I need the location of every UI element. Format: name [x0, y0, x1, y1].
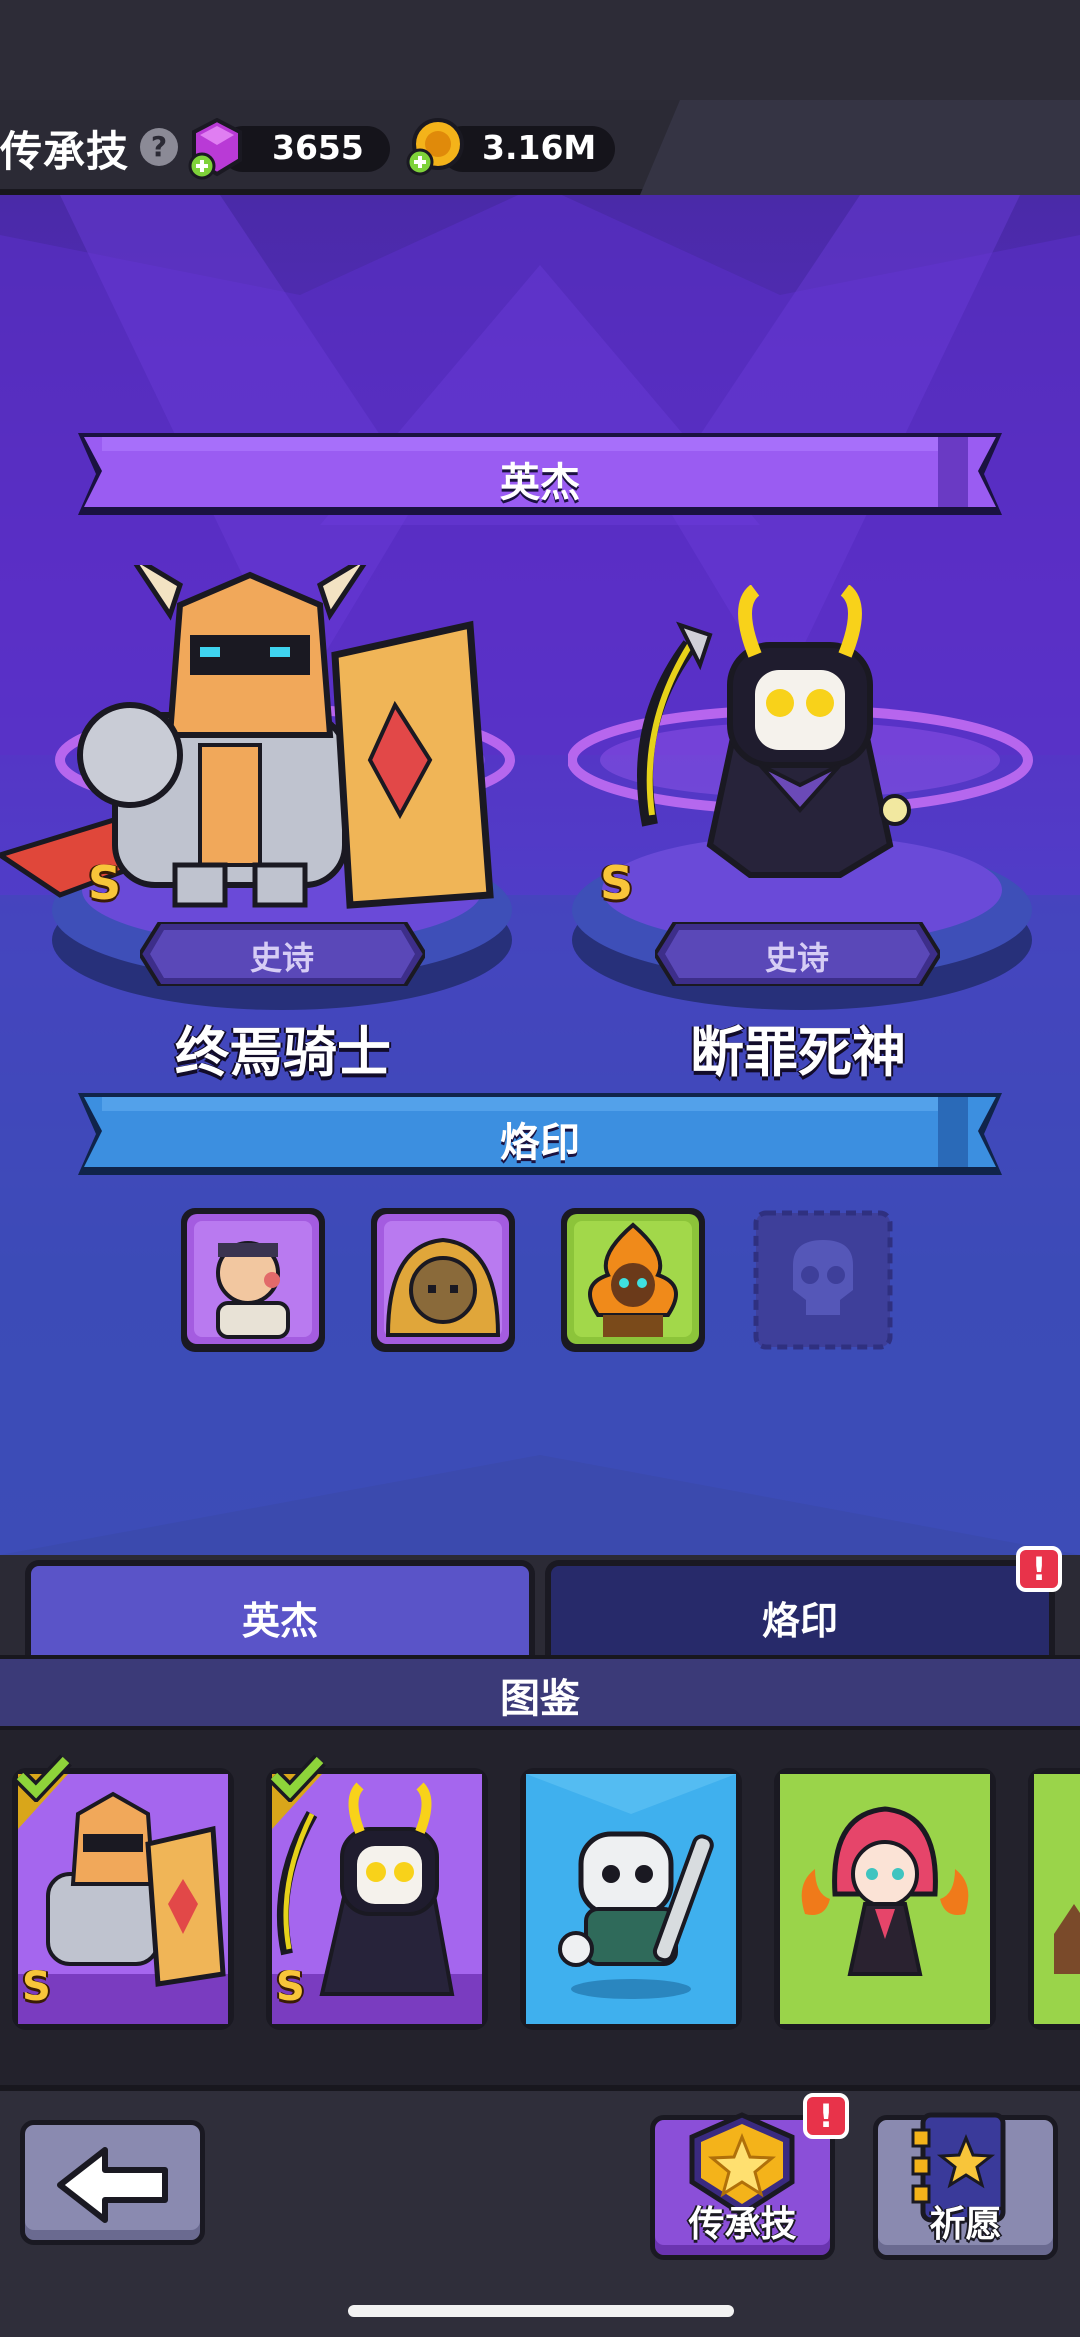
knight-hero-icon[interactable] [0, 565, 500, 915]
legacy-skill-badge: ! [803, 2093, 849, 2139]
hero-rarity-right: 史诗 [764, 939, 829, 977]
card-grade-reaper: S [276, 1964, 305, 2010]
arrow-left-icon [57, 2147, 168, 2223]
collection-card-partial[interactable] [1028, 1768, 1080, 2030]
help-icon[interactable]: ? [140, 128, 178, 166]
top-bar-slant [640, 100, 1080, 195]
bandit-portrait-icon[interactable] [178, 1205, 328, 1355]
wish-label: 祈愿 [929, 2204, 1002, 2245]
owned-check-icon [268, 1754, 326, 1802]
hero-grade-right: S [600, 856, 634, 910]
skull-icon[interactable] [748, 1205, 898, 1355]
hero-name-right: 断罪死神 [690, 1021, 906, 1084]
home-indicator[interactable] [348, 2305, 734, 2317]
emblem-banner-title: 烙印 [500, 1120, 580, 1166]
hooded-monkey-portrait-icon[interactable] [368, 1205, 518, 1355]
flame-spirit-portrait-icon[interactable] [558, 1205, 708, 1355]
gem-add-icon[interactable] [188, 118, 246, 180]
coin-add-icon[interactable] [406, 116, 468, 178]
tab-heroes-label: 英杰 [241, 1599, 318, 1643]
tab-emblems-label: 烙印 [761, 1599, 838, 1643]
status-bar-area [0, 0, 1080, 100]
hero-grade-left: S [88, 856, 122, 910]
hero-name-left: 终焉骑士 [175, 1021, 391, 1084]
owned-check-icon [14, 1754, 72, 1802]
collection-card-reaper[interactable]: S [266, 1754, 488, 2030]
hero-rarity-left: 史诗 [249, 939, 314, 977]
collection-card-skeleton[interactable] [520, 1768, 742, 2030]
gem-count: 3655 [272, 128, 364, 167]
coin-count: 3.16M [482, 128, 597, 167]
card-grade-knight: S [22, 1964, 51, 2010]
back-button[interactable] [20, 2120, 205, 2245]
heroes-banner-title: 英杰 [500, 460, 580, 506]
tab-emblems-badge: ! [1016, 1546, 1062, 1592]
reaper-hero-icon[interactable] [630, 585, 930, 905]
page-title: 传承技 [0, 127, 130, 176]
red-witch-card-icon [780, 1774, 990, 2024]
collection-title: 图鉴 [500, 1676, 580, 1722]
collection-card-knight[interactable]: S [12, 1754, 234, 2030]
collection-strip: S S [0, 1730, 1080, 2085]
collection-card-red-witch[interactable] [774, 1768, 996, 2030]
partial-card-icon [1034, 1774, 1080, 2024]
skeleton-card-icon [526, 1774, 736, 2024]
legacy-skill-label: 传承技 [688, 2204, 797, 2245]
